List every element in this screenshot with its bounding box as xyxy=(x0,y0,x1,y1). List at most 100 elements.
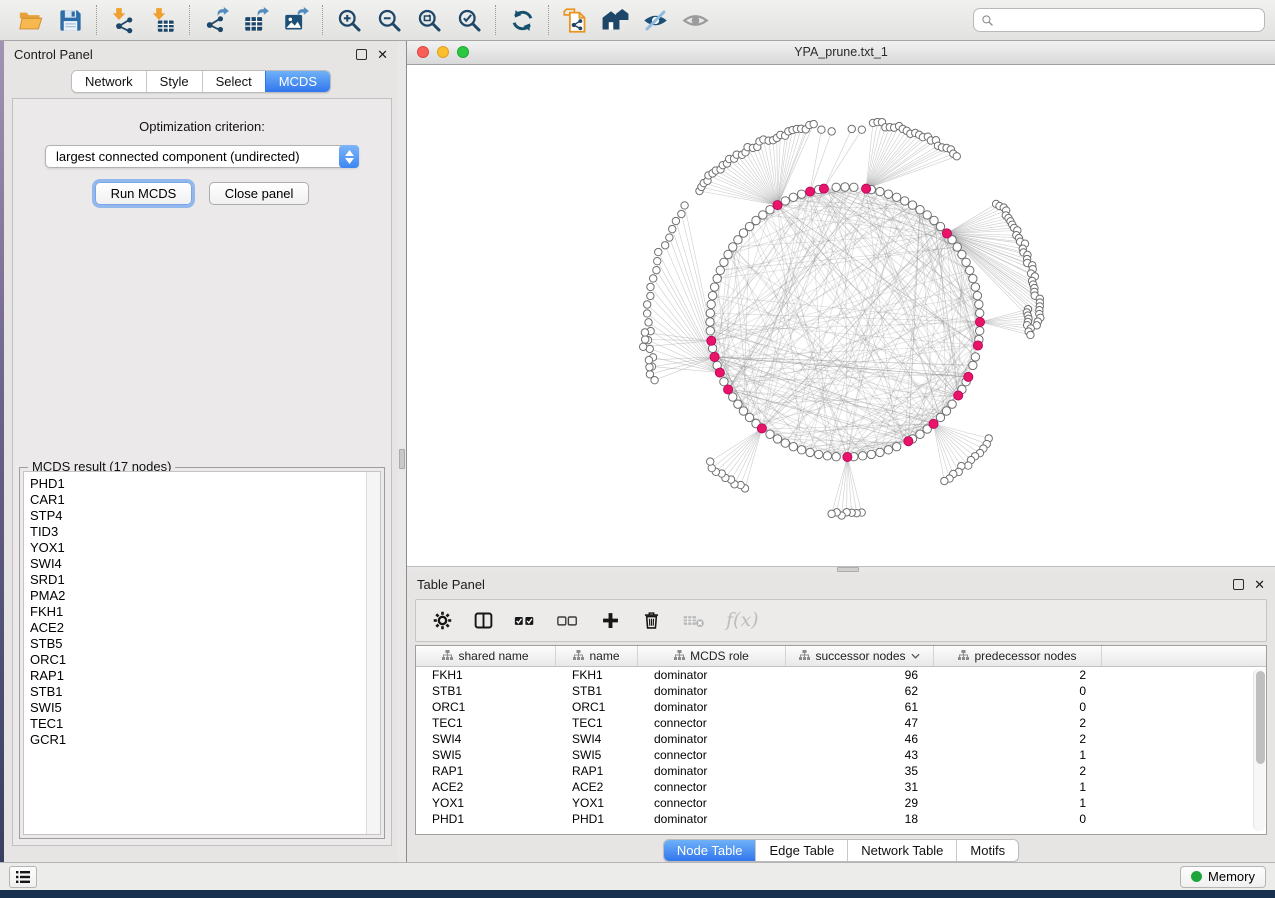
network-node[interactable] xyxy=(962,258,970,266)
mcds-result-item[interactable]: YOX1 xyxy=(30,540,366,556)
cell-predecessor-nodes[interactable]: 2 xyxy=(934,731,1102,747)
mcds-result-item[interactable]: TID3 xyxy=(30,524,366,540)
tab-select[interactable]: Select xyxy=(202,71,265,92)
tab-mcds[interactable]: MCDS xyxy=(265,71,330,92)
cell-predecessor-nodes[interactable]: 2 xyxy=(934,763,1102,779)
network-dominator-node[interactable] xyxy=(715,368,724,377)
cell-successor-nodes[interactable]: 43 xyxy=(786,747,934,763)
network-leaf-node[interactable] xyxy=(645,319,652,326)
network-node[interactable] xyxy=(806,448,814,456)
network-node[interactable] xyxy=(832,183,840,191)
cell-successor-nodes[interactable]: 18 xyxy=(786,811,934,827)
search-input[interactable] xyxy=(999,13,1257,28)
cell-shared-name[interactable]: SWI4 xyxy=(416,731,556,747)
network-leaf-node[interactable] xyxy=(681,202,688,209)
column-header-shared-name[interactable]: shared name xyxy=(416,646,556,666)
cell-filler[interactable] xyxy=(1102,795,1266,811)
cell-mcds-role[interactable]: dominator xyxy=(638,731,786,747)
network-node[interactable] xyxy=(892,442,900,450)
network-dominator-node[interactable] xyxy=(964,372,973,381)
network-dominator-node[interactable] xyxy=(862,184,871,193)
cell-name[interactable]: STB1 xyxy=(556,683,638,699)
mcds-result-item[interactable]: TEC1 xyxy=(30,716,366,732)
network-leaf-node[interactable] xyxy=(647,292,654,299)
splitter-handle[interactable] xyxy=(837,567,859,572)
cell-filler[interactable] xyxy=(1102,763,1266,779)
network-node[interactable] xyxy=(734,400,742,408)
network-node[interactable] xyxy=(832,452,840,460)
cell-name[interactable]: ORC1 xyxy=(556,699,638,715)
cell-shared-name[interactable]: RAP1 xyxy=(416,763,556,779)
network-leaf-node[interactable] xyxy=(641,329,648,336)
mcds-result-item[interactable]: ORC1 xyxy=(30,652,366,668)
network-node[interactable] xyxy=(781,197,789,205)
network-node[interactable] xyxy=(867,450,875,458)
cell-shared-name[interactable]: FKH1 xyxy=(416,667,556,683)
scrollbar-thumb[interactable] xyxy=(1256,671,1265,764)
delete-table-icon[interactable] xyxy=(682,610,707,631)
network-node[interactable] xyxy=(773,435,781,443)
cell-mcds-role[interactable]: connector xyxy=(638,779,786,795)
network-node[interactable] xyxy=(876,448,884,456)
network-dominator-node[interactable] xyxy=(707,336,716,345)
cell-shared-name[interactable]: SWI5 xyxy=(416,747,556,763)
cell-predecessor-nodes[interactable]: 0 xyxy=(934,683,1102,699)
network-dominator-node[interactable] xyxy=(710,352,719,361)
table-row[interactable]: RAP1RAP1dominator352 xyxy=(416,763,1266,779)
cell-mcds-role[interactable]: dominator xyxy=(638,763,786,779)
export-image-icon[interactable] xyxy=(276,5,316,35)
cell-successor-nodes[interactable]: 31 xyxy=(786,779,934,795)
save-icon[interactable] xyxy=(50,5,90,35)
cell-filler[interactable] xyxy=(1102,699,1266,715)
tab-network[interactable]: Network xyxy=(72,71,146,92)
apply-layout-icon[interactable] xyxy=(502,5,542,35)
network-dominator-node[interactable] xyxy=(843,452,852,461)
cell-name[interactable]: YOX1 xyxy=(556,795,638,811)
network-dominator-node[interactable] xyxy=(819,184,828,193)
cell-name[interactable]: RAP1 xyxy=(556,763,638,779)
mcds-list-scrollbar[interactable] xyxy=(366,472,380,834)
cell-mcds-role[interactable]: dominator xyxy=(638,699,786,715)
cell-successor-nodes[interactable]: 35 xyxy=(786,763,934,779)
network-node[interactable] xyxy=(766,430,774,438)
network-leaf-node[interactable] xyxy=(672,217,679,224)
network-leaf-node[interactable] xyxy=(655,248,662,255)
split-panel-icon[interactable] xyxy=(473,610,494,631)
close-panel-icon[interactable]: ✕ xyxy=(1254,579,1265,590)
cell-shared-name[interactable]: ORC1 xyxy=(416,699,556,715)
tab-style[interactable]: Style xyxy=(146,71,202,92)
zoom-selected-icon[interactable] xyxy=(449,5,489,35)
column-header-successor-nodes[interactable]: successor nodes xyxy=(786,646,934,666)
cell-successor-nodes[interactable]: 62 xyxy=(786,683,934,699)
network-leaf-node[interactable] xyxy=(858,126,865,133)
table-row[interactable]: YOX1YOX1connector291 xyxy=(416,795,1266,811)
network-leaf-node[interactable] xyxy=(645,356,652,363)
network-node[interactable] xyxy=(969,274,977,282)
mcds-result-item[interactable]: STB1 xyxy=(30,684,366,700)
table-row[interactable]: PHD1PHD1dominator180 xyxy=(416,811,1266,827)
cell-predecessor-nodes[interactable]: 2 xyxy=(934,667,1102,683)
cell-name[interactable]: SWI5 xyxy=(556,747,638,763)
network-dominator-node[interactable] xyxy=(975,317,984,326)
network-leaf-node[interactable] xyxy=(1027,331,1034,338)
table-row[interactable]: SWI5SWI5connector431 xyxy=(416,747,1266,763)
export-table-icon[interactable] xyxy=(236,5,276,35)
select-all-icon[interactable] xyxy=(514,610,537,631)
network-node[interactable] xyxy=(936,222,944,230)
network-node[interactable] xyxy=(971,283,979,291)
column-header-mcds-role[interactable]: MCDS role xyxy=(638,646,786,666)
network-leaf-node[interactable] xyxy=(678,210,685,217)
close-panel-button[interactable]: Close panel xyxy=(209,182,310,205)
tab-network-table[interactable]: Network Table xyxy=(847,840,956,861)
network-node[interactable] xyxy=(720,377,728,385)
cell-filler[interactable] xyxy=(1102,747,1266,763)
show-panels-button[interactable] xyxy=(9,866,37,888)
open-icon[interactable] xyxy=(10,5,50,35)
cell-filler[interactable] xyxy=(1102,715,1266,731)
hide-selected-icon[interactable] xyxy=(635,5,675,35)
network-node[interactable] xyxy=(729,243,737,251)
splitter-handle[interactable] xyxy=(399,449,405,469)
network-node[interactable] xyxy=(953,243,961,251)
zoom-out-icon[interactable] xyxy=(369,5,409,35)
network-leaf-node[interactable] xyxy=(848,125,855,132)
